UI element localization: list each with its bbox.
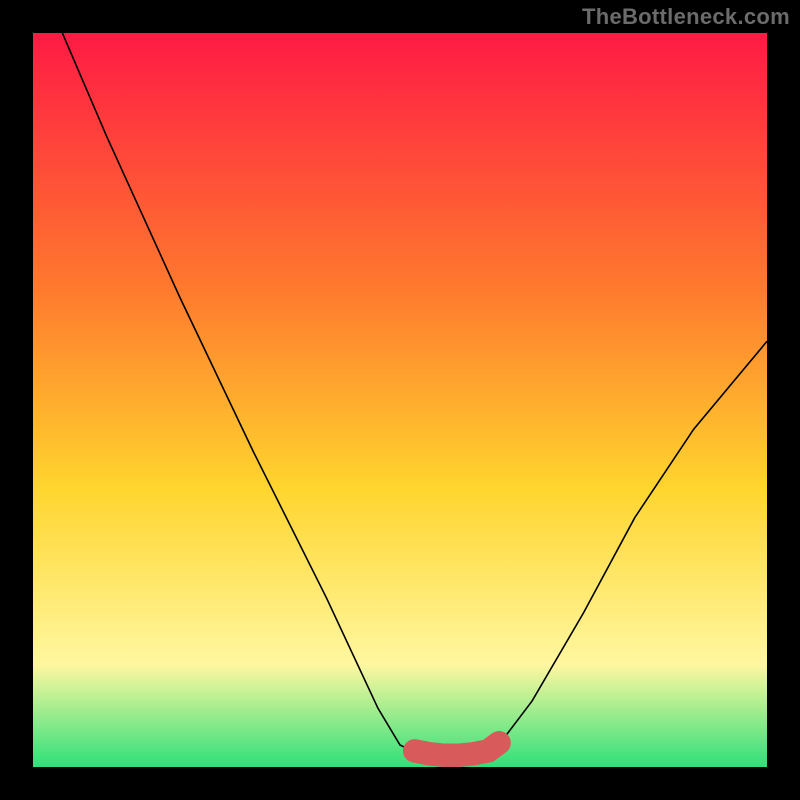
watermark-label: TheBottleneck.com: [582, 4, 790, 30]
gradient-background: [33, 33, 767, 767]
min-marker: [408, 744, 421, 757]
figure-frame: TheBottleneck.com: [0, 0, 800, 800]
bottleneck-curve-chart: [33, 33, 767, 767]
plot-area: [33, 33, 767, 767]
min-marker: [423, 747, 436, 760]
min-marker: [452, 749, 465, 762]
min-marker: [492, 736, 505, 749]
min-marker: [437, 749, 450, 762]
min-marker: [481, 744, 494, 757]
min-marker: [467, 747, 480, 760]
